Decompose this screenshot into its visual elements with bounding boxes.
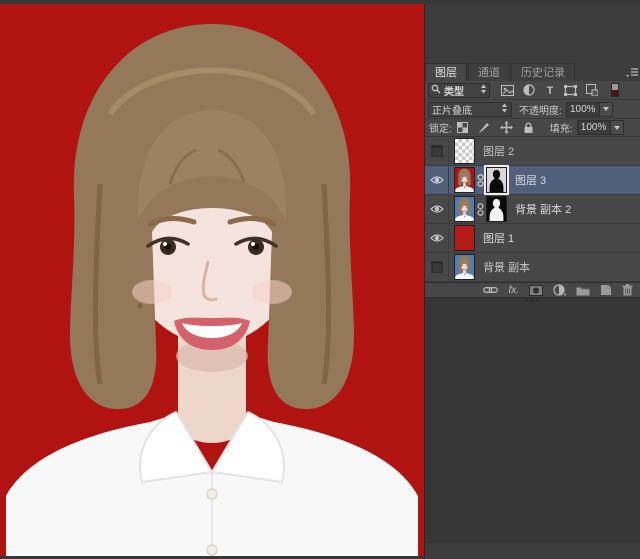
visibility-off-box[interactable] xyxy=(431,145,443,157)
layer-thumbnail-portrait-red[interactable] xyxy=(454,167,475,193)
layer-thumbnail-solid-red[interactable] xyxy=(454,225,475,251)
blend-row: 正片叠底 不透明度: 100% xyxy=(425,100,640,119)
layer-mask-thumbnail[interactable] xyxy=(486,167,507,193)
fill-value[interactable]: 100% xyxy=(577,120,611,135)
link-layers-icon[interactable] xyxy=(483,283,498,297)
shape-filter-icon[interactable] xyxy=(563,83,578,97)
layer-name[interactable]: 图层 1 xyxy=(483,230,514,246)
layer-thumbnail-portrait-blue[interactable] xyxy=(454,254,475,280)
adjustment-filter-icon[interactable] xyxy=(521,83,536,97)
fx-icon[interactable]: fx. xyxy=(508,283,519,297)
search-icon xyxy=(431,81,441,99)
filter-kind-dropdown[interactable]: 类型 xyxy=(428,83,490,98)
layers-panel: 图层 通道 历史记录 类型 xyxy=(425,62,640,543)
layer-row-layer-3[interactable]: 图层 3 xyxy=(425,166,640,195)
opacity-dropdown-button[interactable] xyxy=(600,102,613,117)
tab-layers[interactable]: 图层 xyxy=(425,63,467,81)
layer-filter-row: 类型 T xyxy=(425,81,640,100)
tab-channels[interactable]: 通道 xyxy=(468,63,510,81)
right-panel-area: 图层 通道 历史记录 类型 xyxy=(424,4,640,559)
layer-name[interactable]: 背景 副本 2 xyxy=(515,201,571,217)
layer-name[interactable]: 图层 2 xyxy=(483,143,514,159)
layer-row-layer-2[interactable]: 图层 2 xyxy=(425,137,640,166)
adjustment-layer-icon[interactable] xyxy=(553,283,566,297)
new-group-icon[interactable] xyxy=(576,283,590,297)
svg-text:T: T xyxy=(546,85,553,96)
stepper-icon xyxy=(501,100,508,118)
layer-name[interactable]: 图层 3 xyxy=(515,172,546,188)
blend-mode-value: 正片叠底 xyxy=(432,102,501,117)
mask-link-icon[interactable] xyxy=(476,203,485,216)
layer-name[interactable]: 背景 副本 xyxy=(483,259,530,275)
visibility-off-box[interactable] xyxy=(431,261,443,273)
mask-link-icon[interactable] xyxy=(476,174,485,187)
opacity-value[interactable]: 100% xyxy=(566,102,600,117)
visibility-toggle[interactable] xyxy=(425,195,449,224)
canvas-photo[interactable] xyxy=(0,4,424,556)
panel-tabs: 图层 通道 历史记录 xyxy=(425,62,640,81)
lock-all-icon[interactable] xyxy=(521,121,536,135)
layer-row-layer-1[interactable]: 图层 1 xyxy=(425,224,640,253)
visibility-toggle[interactable] xyxy=(425,166,449,195)
stepper-icon xyxy=(480,81,487,99)
layer-row-background-copy-2[interactable]: 背景 副本 2 xyxy=(425,195,640,224)
lock-row: 锁定: xyxy=(425,119,640,137)
type-filter-icon[interactable]: T xyxy=(542,83,557,97)
lock-transparency-icon[interactable] xyxy=(455,121,470,135)
eye-icon xyxy=(430,233,444,243)
panel-menu-icon[interactable] xyxy=(624,66,640,78)
filter-on-off-toggle[interactable] xyxy=(611,83,619,97)
fill-field[interactable]: 100% xyxy=(577,120,624,135)
lock-position-icon[interactable] xyxy=(499,121,514,135)
tab-history[interactable]: 历史记录 xyxy=(511,63,575,81)
fill-label: 填充: xyxy=(550,120,573,135)
smart-object-filter-icon[interactable] xyxy=(584,83,599,97)
opacity-field[interactable]: 100% xyxy=(566,102,613,117)
new-layer-icon[interactable] xyxy=(600,283,612,297)
photoshop-window: 图层 通道 历史记录 类型 xyxy=(0,0,640,559)
add-mask-icon[interactable] xyxy=(529,283,543,297)
eye-icon xyxy=(430,204,444,214)
layers-list: 图层 2 xyxy=(425,137,640,282)
visibility-toggle[interactable] xyxy=(425,224,449,253)
filter-kind-label: 类型 xyxy=(444,83,480,98)
panel-empty-area xyxy=(425,298,640,543)
layer-thumbnail-portrait-blue[interactable] xyxy=(454,196,475,222)
visibility-toggle[interactable] xyxy=(425,137,449,166)
delete-layer-icon[interactable] xyxy=(622,283,633,297)
lock-pixels-brush-icon[interactable] xyxy=(477,121,492,135)
layer-row-background-copy[interactable]: 背景 副本 xyxy=(425,253,640,282)
panel-resize-gripper[interactable] xyxy=(526,299,540,301)
layer-thumbnail-transparent[interactable] xyxy=(454,138,475,164)
eye-icon xyxy=(430,175,444,185)
layers-panel-footer: fx. xyxy=(425,282,640,298)
pixel-layer-filter-icon[interactable] xyxy=(500,83,515,97)
fill-dropdown-button[interactable] xyxy=(611,120,624,135)
blend-mode-dropdown[interactable]: 正片叠底 xyxy=(428,102,512,117)
layer-mask-thumbnail[interactable] xyxy=(486,196,507,222)
opacity-label: 不透明度: xyxy=(519,102,562,117)
visibility-toggle[interactable] xyxy=(425,253,449,282)
lock-label: 锁定: xyxy=(429,120,452,135)
